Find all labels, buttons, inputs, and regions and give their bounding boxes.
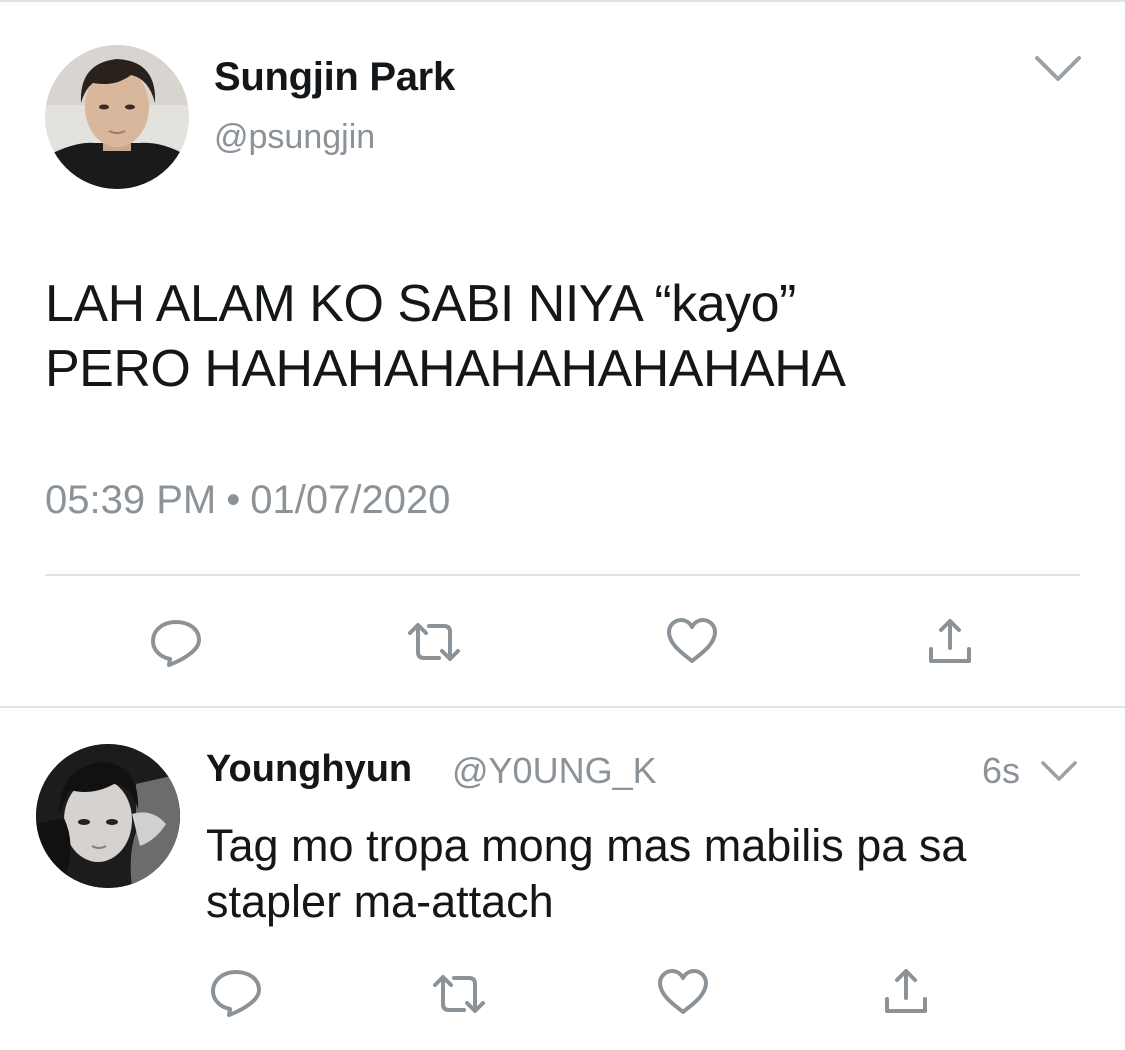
like-icon[interactable] [665, 617, 719, 665]
divider [0, 706, 1125, 708]
tweet-time: 05:39 PM [45, 478, 217, 522]
meta-separator: • [226, 478, 241, 522]
reply-text: Tag mo tropa mong mas mabilis pa sa stap… [206, 818, 1086, 930]
retweet-icon[interactable] [430, 972, 488, 1016]
retweet-icon[interactable] [405, 620, 463, 664]
divider [45, 574, 1080, 576]
tweet-text-line: PERO HAHAHAHAHAHAHAHAHA [45, 340, 846, 398]
reply-author-name[interactable]: Younghyun [206, 748, 412, 791]
tweet-date[interactable]: 01/07/2020 [250, 478, 450, 522]
reply-icon[interactable] [209, 968, 263, 1018]
reply-text-line: stapler ma-attach [206, 876, 554, 927]
reply-timestamp: 6s [982, 750, 1021, 791]
tweet-text: LAH ALAM KO SABI NIYA “kayo” PERO HAHAHA… [45, 272, 1085, 402]
reply-author-handle[interactable]: @Y0UNG_K [452, 750, 657, 792]
like-icon[interactable] [656, 968, 710, 1016]
reply-text-line: Tag mo tropa mong mas mabilis pa sa [206, 820, 967, 871]
tweet-timestamp: 05:39 PM • 01/07/2020 [45, 478, 450, 523]
author-handle[interactable]: @psungjin [214, 118, 375, 157]
avatar[interactable] [45, 45, 189, 189]
share-icon[interactable] [882, 966, 930, 1016]
chevron-down-icon[interactable] [1033, 52, 1083, 86]
chevron-down-icon[interactable] [1040, 758, 1078, 784]
share-icon[interactable] [926, 616, 974, 666]
tweet-text-line: LAH ALAM KO SABI NIYA “kayo” [45, 275, 796, 333]
author-name[interactable]: Sungjin Park [214, 55, 455, 100]
reply-icon[interactable] [149, 618, 203, 668]
avatar[interactable] [36, 744, 180, 888]
top-divider [0, 0, 1125, 2]
